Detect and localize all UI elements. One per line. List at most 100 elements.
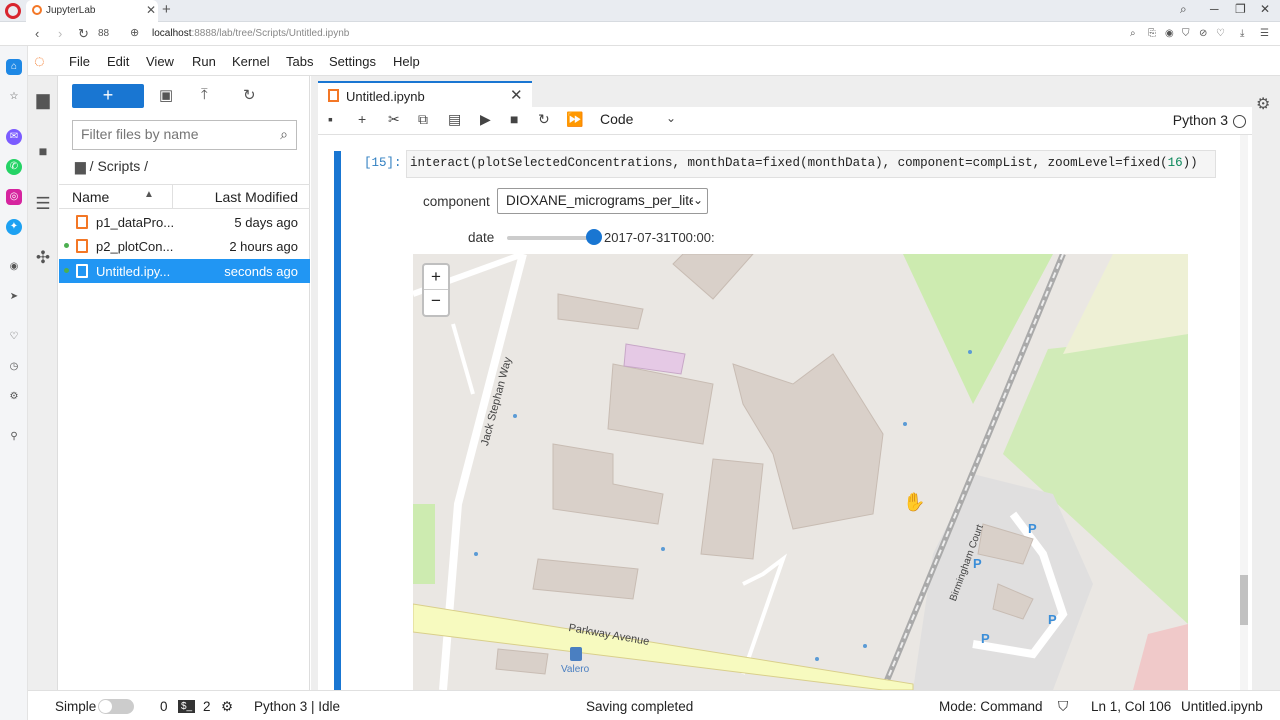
easy-setup-icon[interactable]: ☰ (1260, 28, 1269, 39)
menu-view[interactable]: View (146, 54, 174, 69)
shield-icon[interactable]: ⛉ (1182, 28, 1190, 39)
whatsapp-icon[interactable]: ✆ (6, 159, 22, 175)
star-icon[interactable]: ☆ (6, 89, 22, 105)
notebook-tab[interactable]: Untitled.ipynb ✕ (318, 81, 532, 107)
column-modified-header[interactable]: Last Modified (215, 189, 298, 205)
browser-tab[interactable]: JupyterLab ✕ (26, 0, 158, 22)
cursor-position[interactable]: Ln 1, Col 106 (1091, 699, 1171, 714)
trust-shield-icon[interactable]: ⛉ (1058, 699, 1068, 715)
file-row[interactable]: p1_dataPro... 5 days ago (59, 210, 310, 234)
jupyter-favicon-icon (32, 5, 42, 15)
property-inspector-icon[interactable]: ⚙ (1256, 94, 1270, 114)
zoom-out-button[interactable]: − (424, 290, 448, 315)
code-editor[interactable]: interact(plotSelectedConcentrations, mon… (406, 150, 1216, 178)
notebook-scrollbar[interactable] (1240, 135, 1248, 690)
kernel-status[interactable]: Python 3 | Idle (254, 699, 340, 714)
cut-icon[interactable]: ✂ (388, 111, 400, 128)
file-row-selected[interactable]: Untitled.ipy... seconds ago (59, 259, 310, 283)
chevron-down-icon[interactable]: ⌄ (666, 111, 676, 125)
run-icon[interactable]: ▶ (480, 111, 491, 128)
download-icon[interactable]: ⤓ (1240, 28, 1244, 39)
menu-edit[interactable]: Edit (107, 54, 129, 69)
camera-icon[interactable]: ◉ (1165, 28, 1174, 39)
close-icon[interactable]: ✕ (510, 86, 523, 104)
copy-icon[interactable]: ⧉ (418, 111, 428, 128)
site-info-icon[interactable]: ⊕ (130, 26, 139, 39)
folder-icon[interactable]: ▆ (33, 90, 53, 110)
window-close-icon[interactable]: ✕ (1260, 2, 1270, 16)
notebook-icon (76, 239, 88, 253)
menu-tabs[interactable]: Tabs (286, 54, 313, 69)
history-icon[interactable]: ◷ (6, 359, 22, 375)
extension-icon[interactable]: ✣ (33, 248, 53, 268)
menu-kernel[interactable]: Kernel (232, 54, 270, 69)
terminal-icon[interactable]: $_ (178, 700, 196, 713)
reload-icon[interactable]: ↻ (78, 26, 89, 42)
opera-logo-icon[interactable] (5, 3, 21, 19)
date-slider-handle[interactable] (586, 229, 602, 245)
menu-help[interactable]: Help (393, 54, 420, 69)
file-row[interactable]: p2_plotCon... 2 hours ago (59, 234, 310, 258)
terminal-count[interactable]: 0 (160, 699, 168, 714)
restore-icon[interactable]: ❐ (1235, 2, 1246, 16)
instagram-icon[interactable]: ◎ (6, 189, 22, 205)
menu-file[interactable]: File (69, 54, 90, 69)
share-icon[interactable]: ⎘ (1148, 28, 1156, 39)
stop-icon[interactable]: ■ (510, 111, 518, 127)
new-folder-icon[interactable]: ▣ (159, 86, 173, 104)
column-name-header[interactable]: Name (72, 189, 109, 205)
simple-mode-toggle[interactable] (98, 699, 134, 714)
zoom-in-button[interactable]: + (424, 265, 448, 290)
speed-dial-icon[interactable]: 88 (98, 28, 109, 39)
new-launcher-button[interactable]: + (72, 84, 144, 108)
toggle-knob (99, 700, 112, 713)
map-widget[interactable]: Jack Stephan Way Parkway Avenue Birmingh… (413, 254, 1188, 690)
refresh-icon[interactable]: ↻ (243, 86, 256, 104)
save-icon[interactable]: ▪ (328, 111, 333, 127)
date-slider-value: 2017-07-31T00:00:00 (604, 230, 714, 245)
back-icon[interactable]: ‹ (35, 26, 39, 41)
column-divider[interactable] (172, 185, 173, 209)
chevron-down-icon: ⌄ (692, 193, 703, 207)
new-tab-icon[interactable]: + (162, 1, 171, 18)
twitter-icon[interactable]: ✦ (6, 219, 22, 235)
breadcrumb-path[interactable]: / Scripts / (90, 158, 148, 174)
scrollbar-thumb[interactable] (1240, 575, 1248, 625)
url-field[interactable]: localhost:8888/lab/tree/Scripts/Untitled… (152, 28, 349, 39)
home-icon[interactable]: ⌂ (6, 59, 22, 75)
zoom-icon[interactable]: ⌕ (1130, 28, 1136, 39)
paste-icon[interactable]: ▤ (448, 111, 461, 128)
vpn-icon[interactable]: ⊘ (1199, 28, 1207, 39)
insert-cell-icon[interactable]: + (358, 111, 366, 127)
close-icon[interactable]: ✕ (146, 3, 156, 17)
menu-settings[interactable]: Settings (329, 54, 376, 69)
heart-icon[interactable]: ♡ (1216, 28, 1225, 39)
search-icon[interactable]: ⌕ (1180, 2, 1187, 17)
kernel-gear-icon[interactable]: ⚙ (221, 699, 233, 715)
file-name: Untitled.ipy... (96, 264, 171, 279)
mode-indicator[interactable]: Mode: Command (939, 699, 1043, 714)
settings-icon[interactable]: ⚙ (6, 389, 22, 405)
minimize-icon[interactable]: ─ (1210, 2, 1219, 16)
notebook-icon (76, 215, 88, 229)
filter-input[interactable] (73, 121, 263, 147)
heart-icon[interactable]: ♡ (6, 329, 22, 345)
restart-run-all-icon[interactable]: ⏩ (566, 111, 583, 128)
kernel-name[interactable]: Python 3 (1173, 112, 1228, 128)
running-icon[interactable]: ⏹ (33, 142, 53, 162)
tips-icon[interactable]: ⚲ (6, 429, 22, 445)
player-icon[interactable]: ◉ (6, 259, 22, 275)
component-dropdown[interactable]: DIOXANE_micrograms_per_liter ⌄ (497, 188, 708, 214)
forward-icon[interactable]: › (58, 26, 62, 41)
cell-type-select[interactable]: Code (600, 111, 633, 127)
upload-icon[interactable]: ⤒ (201, 86, 208, 103)
active-cell-bar[interactable] (334, 151, 341, 690)
folder-icon[interactable]: ▆ (75, 158, 86, 174)
messenger-icon[interactable]: ✉ (6, 129, 22, 145)
date-slider-track[interactable] (507, 236, 595, 240)
send-icon[interactable]: ➤ (6, 289, 22, 305)
restart-icon[interactable]: ↻ (538, 111, 550, 128)
kernel-count[interactable]: 2 (203, 699, 211, 714)
menu-run[interactable]: Run (192, 54, 216, 69)
commands-icon[interactable]: ☰ (33, 194, 53, 214)
